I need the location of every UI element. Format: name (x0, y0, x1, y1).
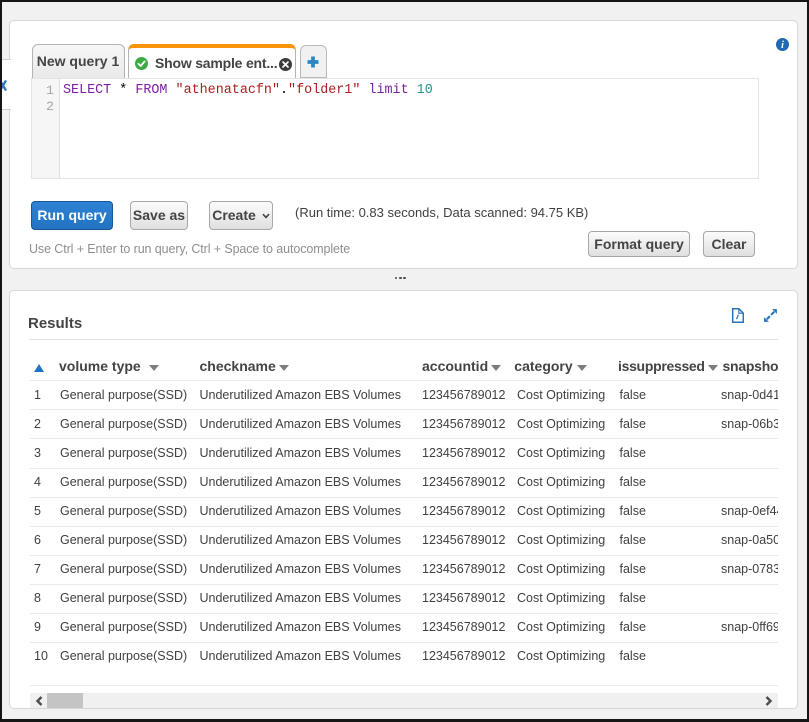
svg-text:i: i (781, 40, 784, 51)
